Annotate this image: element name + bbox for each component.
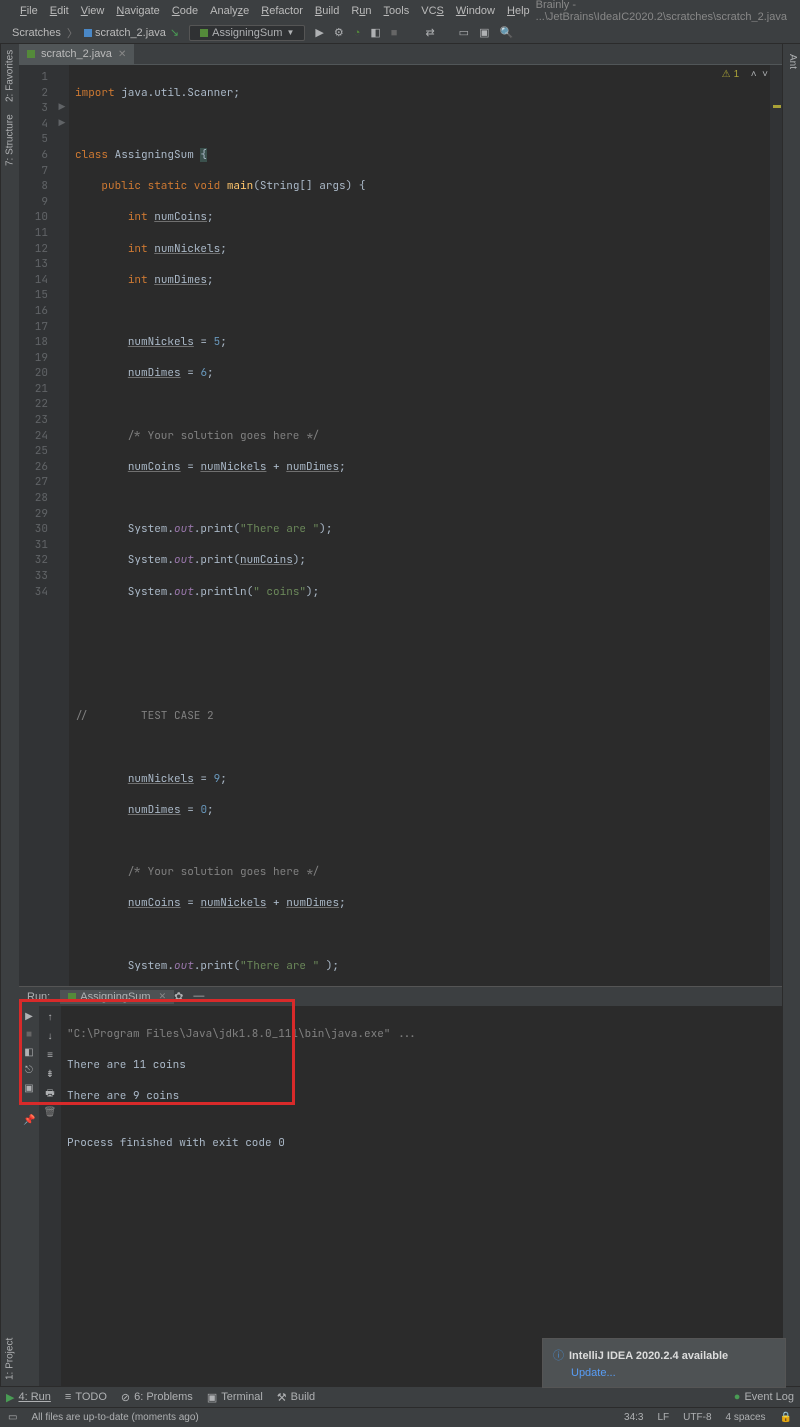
rerun-icon[interactable]: ▶ (23, 1011, 35, 1023)
window-title: Brainly - ...\JetBrains\IdeaIC2020.2\scr… (536, 0, 787, 23)
caret-position[interactable]: 34:3 (624, 1412, 643, 1423)
fold-gutter: ▶▶ (55, 65, 69, 986)
tab-label: scratch_2.java (41, 48, 112, 60)
breadcrumb-file[interactable]: scratch_2.java (80, 27, 170, 39)
status-icon[interactable]: ▭ (8, 1412, 17, 1423)
hide-icon[interactable]: — (193, 990, 204, 1003)
code-content[interactable]: import java.util.Scanner; class Assignin… (69, 65, 770, 986)
menu-view[interactable]: View (75, 3, 111, 19)
run-tab[interactable]: AssigningSum✕ (60, 990, 174, 1004)
update-popup[interactable]: ⓘ IntelliJ IDEA 2020.2.4 available Update… (542, 1338, 786, 1388)
class-icon (68, 993, 76, 1001)
breadcrumb-sep: 〉 (65, 25, 80, 41)
stop-button[interactable]: ■ (391, 27, 398, 39)
settings-icon[interactable]: ✿ (174, 990, 183, 1003)
todo-tab[interactable]: ≡ TODO (65, 1391, 107, 1403)
run-toolbar: ▶ ■ ◧ ⎋ ▣ 📌 (19, 1006, 39, 1386)
editor-tab[interactable]: scratch_2.java ✕ (19, 44, 134, 64)
layout-icon[interactable]: ▣ (23, 1083, 35, 1095)
warning-mark[interactable] (773, 105, 781, 108)
menu-window[interactable]: Window (450, 3, 501, 19)
run-header: Run: AssigningSum✕ ✿ — (19, 987, 782, 1006)
editor[interactable]: 1234567891011121314151617181920212223242… (19, 65, 782, 986)
build-tab[interactable]: ⚒ Build (277, 1391, 315, 1404)
info-icon: ⓘ (553, 1350, 564, 1362)
left-tool-strip: 1: Project 7: Structure 2: Favorites (0, 44, 19, 1386)
scroll-icon[interactable]: ⇟ (43, 1068, 57, 1082)
java-file-icon (84, 29, 92, 37)
run-button[interactable]: ▶ (315, 26, 323, 39)
project-tool-tab[interactable]: 1: Project (3, 1332, 18, 1386)
update-link[interactable]: Update... (571, 1367, 616, 1379)
favorites-tool-tab[interactable]: 2: Favorites (3, 44, 18, 108)
menu-bar: File Edit View Navigate Code Analyze Ref… (0, 0, 800, 22)
bottom-tool-tabs: ▶ 4: Run ≡ TODO ⊘ 6: Problems ▣ Terminal… (0, 1386, 800, 1407)
stop-icon[interactable]: ■ (23, 1029, 35, 1041)
menu-vcs[interactable]: VCS (415, 3, 450, 19)
console-output[interactable]: "C:\Program Files\Java\jdk1.8.0_111\bin\… (61, 1006, 782, 1386)
pin-icon[interactable]: 📌 (23, 1115, 35, 1127)
menu-code[interactable]: Code (166, 3, 204, 19)
error-stripe[interactable]: ⚠ 1 ˄ ˅ (770, 65, 782, 986)
down-icon[interactable]: ↓ (43, 1030, 57, 1044)
git-update-icon[interactable]: ⇄ (425, 26, 434, 39)
line-number-gutter: 1234567891011121314151617181920212223242… (19, 65, 55, 986)
run-label: Run: (27, 991, 50, 1003)
ide-errors-icon[interactable]: ▭ (459, 26, 469, 39)
editor-tabs: scratch_2.java ✕ (19, 44, 782, 65)
tab-close-icon[interactable]: ✕ (118, 49, 126, 60)
run-config-selector[interactable]: AssigningSum ▼ (189, 25, 305, 41)
readonly-icon[interactable]: 🔒 (780, 1412, 792, 1423)
menu-tools[interactable]: Tools (378, 3, 416, 19)
breadcrumb-root[interactable]: Scratches (8, 27, 65, 39)
ant-tool-tab[interactable]: Ant (783, 48, 800, 75)
problems-tab[interactable]: ⊘ 6: Problems (121, 1391, 193, 1404)
up-icon[interactable]: ↑ (43, 1011, 57, 1025)
run-tab-close-icon[interactable]: ✕ (159, 991, 167, 1002)
eventlog-tab[interactable]: ● Event Log (734, 1391, 794, 1403)
line-separator[interactable]: LF (658, 1412, 670, 1423)
run-tool-window: Run: AssigningSum✕ ✿ — ▶ ■ ◧ ⎋ ▣ 📌 (19, 986, 782, 1386)
menu-help[interactable]: Help (501, 3, 536, 19)
menu-run[interactable]: Run (345, 3, 377, 19)
menu-file[interactable]: File (14, 3, 44, 19)
console-toolbar: ↑ ↓ ≡ ⇟ 🖶 🗑 (39, 1006, 61, 1386)
java-file-icon (27, 50, 35, 58)
encoding[interactable]: UTF-8 (683, 1412, 711, 1423)
indent[interactable]: 4 spaces (726, 1412, 766, 1423)
menu-edit[interactable]: Edit (44, 3, 75, 19)
build-icon[interactable]: ↘ (170, 26, 179, 39)
menu-navigate[interactable]: Navigate (110, 3, 165, 19)
coverage-button[interactable]: ◔ (354, 27, 361, 39)
search-everywhere-icon[interactable]: 🔍 (499, 26, 513, 39)
menu-analyze[interactable]: Analyze (204, 3, 255, 19)
status-message: All files are up-to-date (moments ago) (31, 1412, 198, 1423)
profile-button[interactable]: ◧ (370, 26, 380, 39)
menu-refactor[interactable]: Refactor (255, 3, 309, 19)
wrap-icon[interactable]: ≡ (43, 1049, 57, 1063)
terminal-tab[interactable]: ▣ Terminal (207, 1391, 263, 1404)
dump-icon[interactable]: ◧ (23, 1047, 35, 1059)
inspection-badge[interactable]: ⚠ 1 ˄ ˅ (722, 69, 768, 80)
run-tab-bottom[interactable]: ▶ 4: Run (6, 1391, 51, 1404)
print-icon[interactable]: 🖶 (43, 1087, 57, 1101)
exit-icon[interactable]: ⎋ (23, 1065, 35, 1077)
status-bar: ▭ All files are up-to-date (moments ago)… (0, 1407, 800, 1427)
structure-tool-tab[interactable]: 7: Structure (3, 108, 18, 172)
class-icon (200, 29, 208, 37)
popup-title: IntelliJ IDEA 2020.2.4 available (569, 1350, 728, 1362)
layout-icon[interactable]: ▣ (479, 26, 489, 39)
menu-build[interactable]: Build (309, 3, 345, 19)
nav-bar: Scratches 〉 scratch_2.java ↘ AssigningSu… (0, 22, 800, 44)
clear-icon[interactable]: 🗑 (43, 1106, 57, 1120)
right-tool-strip: Ant (782, 44, 800, 1386)
debug-button[interactable]: ⚙ (334, 26, 344, 39)
